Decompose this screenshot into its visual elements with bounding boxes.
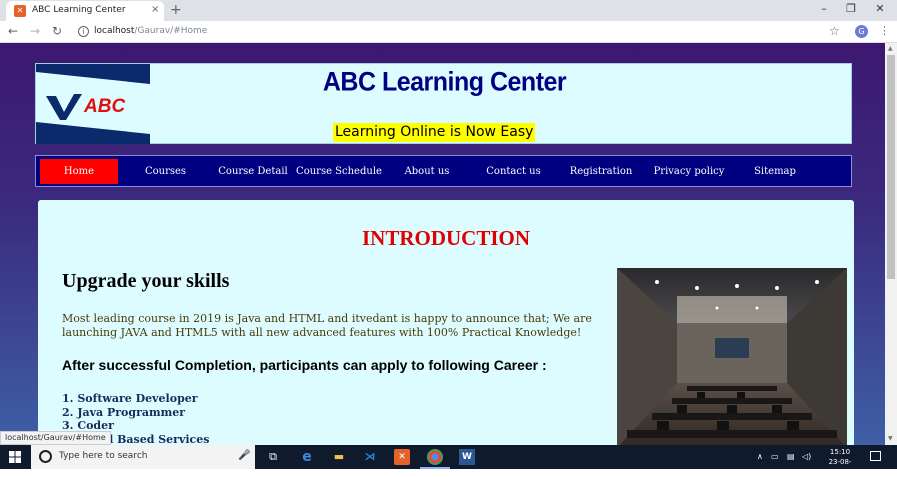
browser-toolbar: ← → ↻ i localhost/Gaurav/#Home ☆ G ⋮ [0,21,897,43]
windows-taskbar: Type here to search 🎤 ⧉ e ▬ ⋊ ✕ W ∧ ▭ ▤ … [0,445,897,476]
section-heading: Upgrade your skills [62,270,230,292]
edge-icon[interactable]: e [299,449,315,465]
taskbar-search[interactable]: Type here to search 🎤 [31,445,255,469]
xampp-icon[interactable]: ✕ [394,449,410,465]
scrollbar-thumb[interactable] [887,55,895,279]
reload-icon[interactable]: ↻ [50,24,64,38]
site-title: ABC Learning Center [322,66,567,98]
main-navigation: Home Courses Course Detail Course Schedu… [35,155,852,187]
page-viewport: ABC ABC Learning Center Learning Online … [0,43,885,445]
vertical-scrollbar[interactable]: ▲ ▼ [885,43,897,445]
battery-icon[interactable]: ▭ [771,452,779,461]
url-host: localhost [94,26,135,36]
browser-tab[interactable]: ✕ ABC Learning Center × [6,1,164,21]
nav-registration[interactable]: Registration [562,159,640,184]
word-icon[interactable]: W [459,449,475,465]
nav-course-detail[interactable]: Course Detail [214,159,292,184]
scroll-down-icon[interactable]: ▼ [888,435,893,442]
nav-privacy-policy[interactable]: Privacy policy [648,159,730,184]
forward-icon[interactable]: → [28,24,42,38]
window-close-icon[interactable]: ✕ [872,2,888,15]
restore-icon[interactable]: ❐ [843,2,859,15]
intro-paragraph: Most leading course in 2019 is Java and … [62,312,592,339]
site-favicon-icon: ✕ [14,5,26,17]
more-menu-icon[interactable]: ⋮ [879,24,890,37]
back-icon[interactable]: ← [6,24,20,38]
status-bar-url: localhost/Gaurav/#Home [0,431,111,445]
site-tagline: Learning Online is Now Easy [333,123,536,142]
notification-icon[interactable] [870,451,881,461]
career-heading: After successful Completion, participant… [62,357,547,373]
nav-home[interactable]: Home [40,159,118,184]
clock-date: 23-08-2019 [828,458,852,476]
tab-close-icon[interactable]: × [151,4,159,15]
nav-course-schedule[interactable]: Course Schedule [296,159,382,184]
classroom-image [617,268,847,445]
cortana-icon [39,450,52,463]
url-path: /Gaurav/#Home [134,26,208,36]
nav-courses[interactable]: Courses [128,159,203,184]
main-content: INTRODUCTION Upgrade your skills Most le… [38,200,854,445]
task-view-icon[interactable]: ⧉ [265,449,281,465]
logo-text: ABC [83,96,125,117]
file-explorer-icon[interactable]: ▬ [331,449,347,465]
microphone-icon[interactable]: 🎤 [238,450,250,461]
vscode-icon[interactable]: ⋊ [362,449,378,465]
list-item: 2. Java Programmer [62,405,186,419]
volume-icon[interactable]: ◁) [802,452,811,461]
list-item: 1. Software Developer [62,392,198,405]
clock-time: 15:10 [829,448,851,456]
taskbar-clock[interactable]: 15:10 23-08-2019 [820,447,860,477]
nav-about-us[interactable]: About us [392,159,462,184]
tab-title: ABC Learning Center [32,5,126,15]
tray-chevron-icon[interactable]: ∧ [757,452,763,461]
scroll-up-icon[interactable]: ▲ [888,45,893,52]
classroom-photo [617,268,847,445]
address-bar[interactable]: localhost/Gaurav/#Home [94,26,207,36]
minimize-icon[interactable]: – [816,2,832,15]
nav-contact-us[interactable]: Contact us [476,159,551,184]
bookmark-star-icon[interactable]: ☆ [829,24,840,38]
site-info-icon[interactable]: i [78,26,89,37]
profile-avatar[interactable]: G [855,25,868,38]
site-header: ABC ABC Learning Center Learning Online … [35,63,852,144]
network-icon[interactable]: ▤ [787,452,795,461]
taskbar-search-placeholder: Type here to search [59,451,148,461]
tab-strip: ✕ ABC Learning Center × + – ❐ ✕ [0,0,897,21]
windows-start-icon[interactable] [9,451,21,463]
page-title: INTRODUCTION [361,226,531,250]
chrome-icon[interactable] [427,449,443,465]
new-tab-button[interactable]: + [170,2,182,18]
nav-sitemap[interactable]: Sitemap [742,159,808,184]
